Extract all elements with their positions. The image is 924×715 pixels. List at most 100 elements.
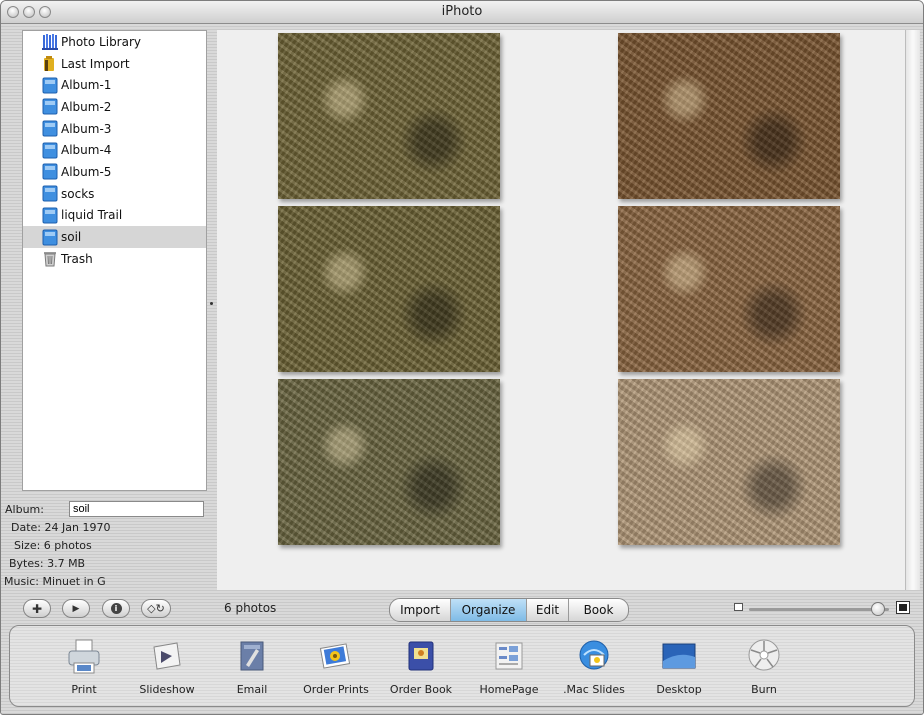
sidebar-item-liquid-trail[interactable]: liquid Trail <box>23 205 206 227</box>
mode-selector[interactable]: Import Organize Edit Book <box>389 598 629 622</box>
sidebar-item-trash[interactable]: Trash <box>23 248 206 270</box>
size-value: 6 photos <box>43 539 92 552</box>
close-window-button[interactable] <box>7 6 19 18</box>
sidebar-item-album-2[interactable]: Album-2 <box>23 96 206 118</box>
sidebar-item-soil[interactable]: soil <box>23 226 206 248</box>
music-value: Minuet in G <box>42 575 106 588</box>
album-icon <box>42 163 58 180</box>
album-icon <box>42 185 58 202</box>
sidebar-item-label: Last Import <box>61 56 130 71</box>
toolbar-label: .Mac Slides <box>563 683 625 696</box>
homepage-button[interactable]: HomePage <box>464 637 554 696</box>
email-button[interactable]: Email <box>207 637 297 696</box>
bytes-row: Bytes: 3.7 MB <box>9 556 85 572</box>
photo-library-icon <box>42 34 58 51</box>
play-slideshow-button[interactable]: ▶ <box>62 599 90 618</box>
sidebar-item-label: Photo Library <box>61 34 142 49</box>
sidebar-item-label: Album-2 <box>61 99 112 114</box>
toolbar-label: Order Prints <box>303 683 369 696</box>
sidebar-item-album-4[interactable]: Album-4 <box>23 139 206 161</box>
sidebar-item-label: liquid Trail <box>61 208 123 223</box>
last-import-icon <box>44 56 54 72</box>
order-book-button[interactable]: Order Book <box>376 637 466 696</box>
tab-import[interactable]: Import <box>390 599 451 621</box>
order-prints-icon <box>319 643 351 669</box>
album-name-label: Album: <box>5 503 44 516</box>
sidebar-item-last-import[interactable]: Last Import <box>23 53 206 75</box>
sidebar-item-label: Album-3 <box>61 121 112 136</box>
printer-icon <box>68 639 100 674</box>
toolbar-label: Slideshow <box>139 683 195 696</box>
info-icon: i <box>110 603 122 614</box>
iphoto-window: iPhoto Photo Library Last Import Album-1… <box>0 0 924 715</box>
toolbar-label: Print <box>71 683 97 696</box>
viewer-scrollbar[interactable] <box>905 30 920 590</box>
bytes-label: Bytes: <box>9 557 44 570</box>
sidebar-item-label: Album-4 <box>61 143 112 158</box>
add-album-button[interactable]: ✚ <box>23 599 51 618</box>
photo-thumbnail[interactable] <box>278 206 500 372</box>
play-icon: ▶ <box>72 603 80 614</box>
date-label: Date: <box>11 521 41 534</box>
photo-thumbnail[interactable] <box>618 206 840 372</box>
large-photo-icon <box>896 601 910 614</box>
toolbar-label: Burn <box>751 683 777 696</box>
tab-organize[interactable]: Organize <box>451 599 527 621</box>
zoom-window-button[interactable] <box>39 6 51 18</box>
print-button[interactable]: Print <box>39 637 129 696</box>
sidebar-item-socks[interactable]: socks <box>23 183 206 205</box>
size-row: Size: 6 photos <box>14 538 92 554</box>
desktop-icon <box>662 643 696 669</box>
sidebar-item-label: Album-1 <box>61 78 112 93</box>
sidebar-item-album-3[interactable]: Album-3 <box>23 118 206 140</box>
order-book-icon <box>408 641 434 671</box>
album-icon <box>42 98 58 115</box>
burn-button[interactable]: Burn <box>719 637 809 696</box>
photo-count: 6 photos <box>224 601 277 615</box>
homepage-icon <box>495 642 523 670</box>
sidebar-item-photo-library[interactable]: Photo Library <box>23 31 206 53</box>
show-info-button[interactable]: i <box>102 599 130 618</box>
photo-thumbnail[interactable] <box>278 33 500 199</box>
size-label: Size: <box>14 539 41 552</box>
sidebar-item-album-1[interactable]: Album-1 <box>23 74 206 96</box>
slideshow-icon <box>153 642 181 670</box>
title-bar: iPhoto <box>1 1 923 24</box>
date-row: Date: 24 Jan 1970 <box>11 520 110 536</box>
sidebar-item-label: Album-5 <box>61 164 112 179</box>
small-photo-icon <box>734 603 743 611</box>
mac-slides-icon <box>579 640 609 670</box>
sidebar-item-label: Trash <box>61 251 93 266</box>
order-prints-button[interactable]: Order Prints <box>291 637 381 696</box>
album-source-list[interactable]: Photo Library Last Import Album-1 Album-… <box>22 30 207 491</box>
desktop-button[interactable]: Desktop <box>634 637 724 696</box>
tab-book[interactable]: Book <box>569 599 628 621</box>
minimize-window-button[interactable] <box>23 6 35 18</box>
photo-thumbnail[interactable] <box>618 33 840 199</box>
date-value: 24 Jan 1970 <box>44 521 111 534</box>
toolbar-label: Email <box>236 683 268 696</box>
pane-splitter[interactable] <box>208 30 217 590</box>
album-icon <box>42 229 58 246</box>
sidebar-item-album-5[interactable]: Album-5 <box>23 161 206 183</box>
photo-thumbnail[interactable] <box>278 379 500 545</box>
album-icon <box>42 142 58 159</box>
rotate-icon: ◇↻ <box>147 602 165 615</box>
slideshow-button[interactable]: Slideshow <box>122 637 212 696</box>
album-icon <box>42 120 58 137</box>
tab-edit[interactable]: Edit <box>527 599 569 621</box>
music-label: Music: <box>4 575 40 588</box>
rotate-button[interactable]: ◇↻ <box>141 599 171 618</box>
burn-icon <box>748 639 780 671</box>
email-icon <box>240 641 264 671</box>
photo-thumbnail[interactable] <box>618 379 840 545</box>
sidebar-item-label: socks <box>61 186 95 201</box>
album-name-field[interactable] <box>69 501 204 517</box>
toolbar-label: Order Book <box>389 683 453 696</box>
toolbar-label: Desktop <box>656 683 702 696</box>
trash-icon <box>44 252 56 267</box>
mac-slides-button[interactable]: .Mac Slides <box>549 637 639 696</box>
album-icon <box>42 207 58 224</box>
zoom-slider-track[interactable] <box>749 608 889 611</box>
zoom-slider-thumb[interactable] <box>870 602 885 616</box>
